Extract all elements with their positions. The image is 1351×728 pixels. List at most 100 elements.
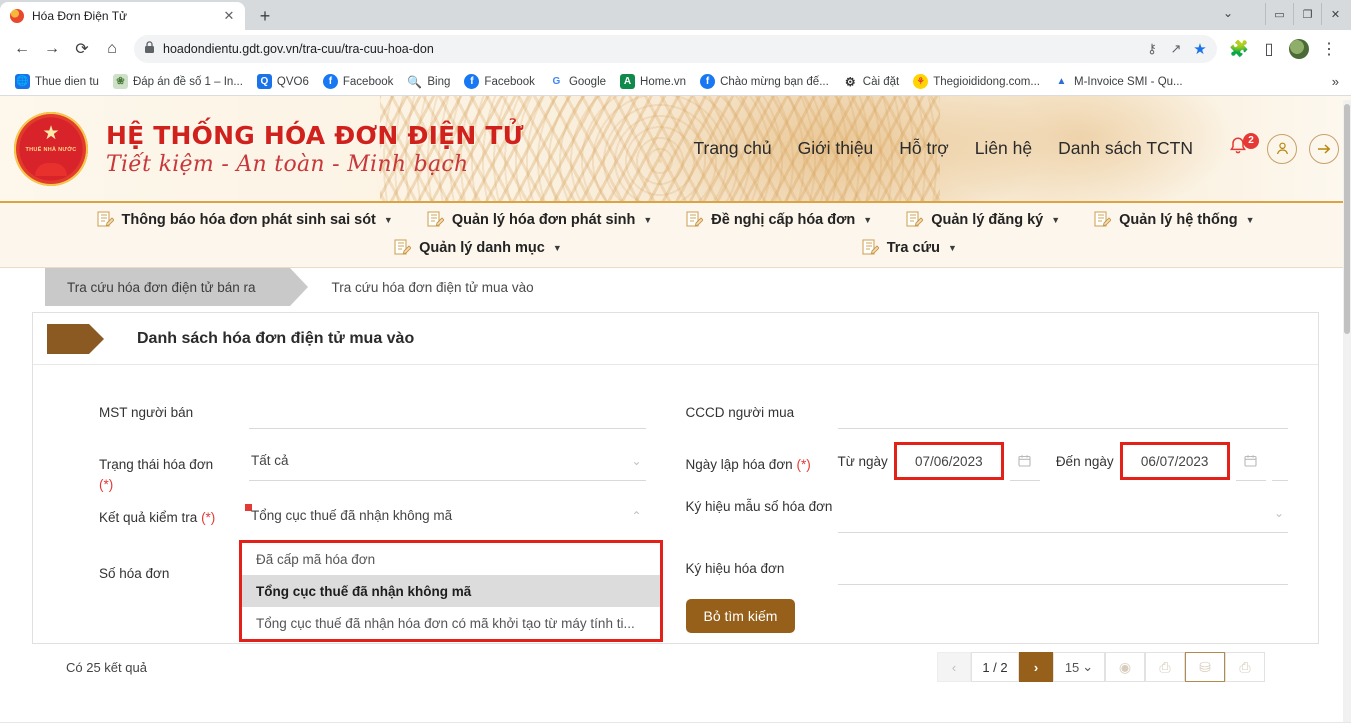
browser-menu-icon[interactable]: ⋮ — [1315, 35, 1343, 63]
maximize-button[interactable]: ❐ — [1293, 3, 1321, 25]
site-brand: HỆ THỐNG HÓA ĐƠN ĐIỆN TỬ Tiết kiệm - An … — [106, 121, 524, 177]
menu-item-label: Quản lý danh mục — [419, 240, 545, 256]
nav-link-ho-tro[interactable]: Hỗ trợ — [899, 138, 948, 159]
menu-item-thong-bao-hoa-don-phat-sinh-sai-sot[interactable]: Thông báo hóa đơn phát sinh sai sót ▼ — [96, 211, 393, 229]
bookmark-item[interactable]: f Chào mừng bạn đế... — [693, 70, 836, 94]
minimize-button[interactable]: ▭ — [1265, 3, 1293, 25]
chevron-down-icon: ▼ — [643, 215, 653, 225]
ky-hieu-mau-so-hoa-don-select[interactable]: ⌄ — [837, 493, 1288, 533]
browser-tab[interactable]: Hóa Đơn Điện Tử ✕ — [0, 2, 245, 30]
field-label: CCCD người mua — [685, 405, 795, 420]
bookmark-item[interactable]: ▲ M-Invoice SMI - Qu... — [1047, 70, 1190, 94]
bookmark-item[interactable]: f Facebook — [316, 70, 401, 94]
side-panel-icon[interactable]: ▯ — [1255, 35, 1283, 63]
record-icon[interactable]: ◉ — [1105, 652, 1145, 682]
download-icon[interactable]: ⎙ — [1225, 652, 1265, 682]
cccd-nguoi-mua-input[interactable] — [837, 389, 1288, 429]
bing-icon: 🔍 — [407, 74, 423, 89]
bookmark-item[interactable]: A Home.vn — [613, 70, 693, 94]
nav-link-trang-chu[interactable]: Trang chủ — [693, 138, 771, 159]
menu-row-2: Quản lý danh mục ▼ Tra cứu ▼ — [0, 239, 1351, 257]
bookmark-item[interactable]: 🌐 Thue dien tu — [8, 70, 106, 94]
bookmark-label: Home.vn — [640, 75, 687, 88]
avatar[interactable] — [1285, 35, 1313, 63]
page-title: Danh sách hóa đơn điện tử mua vào — [137, 329, 415, 347]
bookmark-item[interactable]: ⚘ Thegioididong.com... — [906, 70, 1047, 94]
bookmark-item[interactable]: ⚙ Cài đặt — [836, 70, 906, 94]
menu-item-tra-cuu[interactable]: Tra cứu ▼ — [862, 239, 957, 257]
document-icon — [394, 239, 412, 257]
nav-link-lien-he[interactable]: Liên hệ — [975, 138, 1032, 159]
ky-hieu-hoa-don-input[interactable] — [837, 545, 1288, 585]
document-icon — [427, 211, 444, 229]
dropdown-option[interactable]: Đã cấp mã hóa đơn — [242, 543, 660, 575]
facebook-icon: f — [464, 74, 480, 89]
menu-row-1: Thông báo hóa đơn phát sinh sai sót ▼ Qu… — [0, 211, 1351, 229]
window-close-button[interactable]: ✕ — [1321, 3, 1349, 25]
window-controls: ▭ ❐ ✕ — [1265, 0, 1349, 28]
field-label: Kết quả kiểm tra (*) — [99, 498, 249, 528]
tab-tra-cuu-ban-ra[interactable]: Tra cứu hóa đơn điện tử bán ra — [45, 268, 308, 306]
export-xml-icon[interactable]: ⛁ — [1185, 652, 1225, 682]
page-scrollbar[interactable] — [1343, 100, 1351, 728]
trang-thai-hoa-don-select[interactable]: Tất cả ⌄ — [249, 441, 646, 481]
page-size-select[interactable]: 15 ⌄ — [1053, 652, 1105, 682]
ket-qua-kiem-tra-select[interactable]: Tổng cục thuế đã nhận không mã ⌃ — [249, 498, 646, 532]
chevron-down-icon: ⌄ — [1273, 505, 1284, 520]
home-icon[interactable]: ⌂ — [98, 35, 126, 63]
bookmark-item[interactable]: 🔍 Bing — [400, 70, 457, 94]
chevron-down-icon: ▼ — [863, 215, 873, 225]
menu-item-quan-ly-dang-ky[interactable]: Quản lý đăng ký ▼ — [906, 211, 1060, 229]
dropdown-option[interactable]: Tổng cục thuế đã nhận hóa đơn có mã khởi… — [242, 607, 660, 639]
next-page-button[interactable]: › — [1019, 652, 1053, 682]
share-icon[interactable]: ↗ — [1165, 38, 1187, 60]
document-icon — [1094, 211, 1112, 229]
dropdown-option-selected[interactable]: Tổng cục thuế đã nhận không mã — [242, 575, 660, 608]
nav-link-danh-sach-tctn[interactable]: Danh sách TCTN — [1058, 138, 1193, 159]
to-date-input[interactable] — [1122, 445, 1227, 477]
page-size-value: 15 — [1064, 659, 1080, 675]
menu-item-quan-ly-danh-muc[interactable]: Quản lý danh mục ▼ — [394, 239, 562, 257]
bookmark-item[interactable]: Q QVO6 — [250, 70, 316, 94]
key-icon[interactable]: ⚷ — [1141, 38, 1163, 60]
from-date-input[interactable] — [896, 445, 1001, 477]
nav-link-gioi-thieu[interactable]: Giới thiệu — [798, 138, 874, 159]
form-column-left: MST người bán Trạng thái hóa đơn (*) Tất… — [33, 389, 676, 643]
field-cccd-nguoi-mua: CCCD người mua — [685, 389, 1288, 437]
new-tab-button[interactable]: + — [251, 2, 279, 30]
menu-item-quan-ly-hoa-don-phat-sinh[interactable]: Quản lý hóa đơn phát sinh ▼ — [427, 211, 652, 229]
date-range-row: Từ ngày Đến ngày — [838, 441, 1288, 481]
bookmark-item[interactable]: ❀ Đáp án đề số 1 – In... — [106, 70, 250, 94]
field-mst-nguoi-ban: MST người bán — [99, 389, 646, 437]
menu-item-quan-ly-he-thong[interactable]: Quản lý hệ thống ▼ — [1094, 211, 1254, 229]
lock-icon — [144, 41, 155, 57]
clear-search-button[interactable]: Bỏ tìm kiếm — [685, 599, 796, 633]
reload-icon[interactable]: ⟳ — [68, 35, 96, 63]
logout-arrow-right-icon[interactable] — [1309, 133, 1339, 164]
forward-icon[interactable]: → — [38, 35, 66, 63]
star-icon[interactable]: ★ — [1189, 38, 1211, 60]
globe-icon: 🌐 — [15, 74, 30, 89]
calendar-icon[interactable] — [1235, 441, 1266, 481]
calendar-icon[interactable] — [1009, 441, 1040, 481]
user-icon[interactable] — [1267, 133, 1297, 164]
tab-tra-cuu-mua-vao[interactable]: Tra cứu hóa đơn điện tử mua vào — [309, 268, 556, 306]
browser-window: Hóa Đơn Điện Tử ✕ + ⌄ ▭ ❐ ✕ ← → ⟳ ⌂ hoad… — [0, 0, 1351, 728]
bookmarks-overflow-button[interactable]: » — [1332, 74, 1343, 89]
close-icon[interactable]: ✕ — [221, 8, 237, 24]
ket-qua-kiem-tra-dropdown[interactable]: Đã cấp mã hóa đơn Tổng cục thuế đã nhận … — [239, 540, 663, 643]
chevron-down-icon: ▼ — [947, 243, 957, 253]
back-icon[interactable]: ← — [8, 35, 36, 63]
bookmark-item[interactable]: f Facebook — [457, 70, 542, 94]
mst-nguoi-ban-input[interactable] — [249, 389, 646, 429]
address-bar[interactable]: hoadondientu.gdt.gov.vn/tra-cuu/tra-cuu-… — [134, 35, 1217, 63]
notification-button[interactable]: 2 — [1227, 132, 1259, 163]
chevron-down-icon[interactable]: ⌄ — [1223, 6, 1233, 20]
prev-page-button[interactable]: ‹ — [937, 652, 971, 682]
field-label: Ngày lập hóa đơn (*) — [686, 441, 838, 475]
bookmark-item[interactable]: G Google — [542, 70, 613, 94]
export-pdf-icon[interactable]: ⎙ — [1145, 652, 1185, 682]
menu-item-de-nghi-cap-hoa-don[interactable]: Đề nghị cấp hóa đơn ▼ — [686, 211, 872, 229]
extensions-icon[interactable]: 🧩 — [1225, 35, 1253, 63]
menu-item-label: Quản lý đăng ký — [931, 212, 1044, 228]
